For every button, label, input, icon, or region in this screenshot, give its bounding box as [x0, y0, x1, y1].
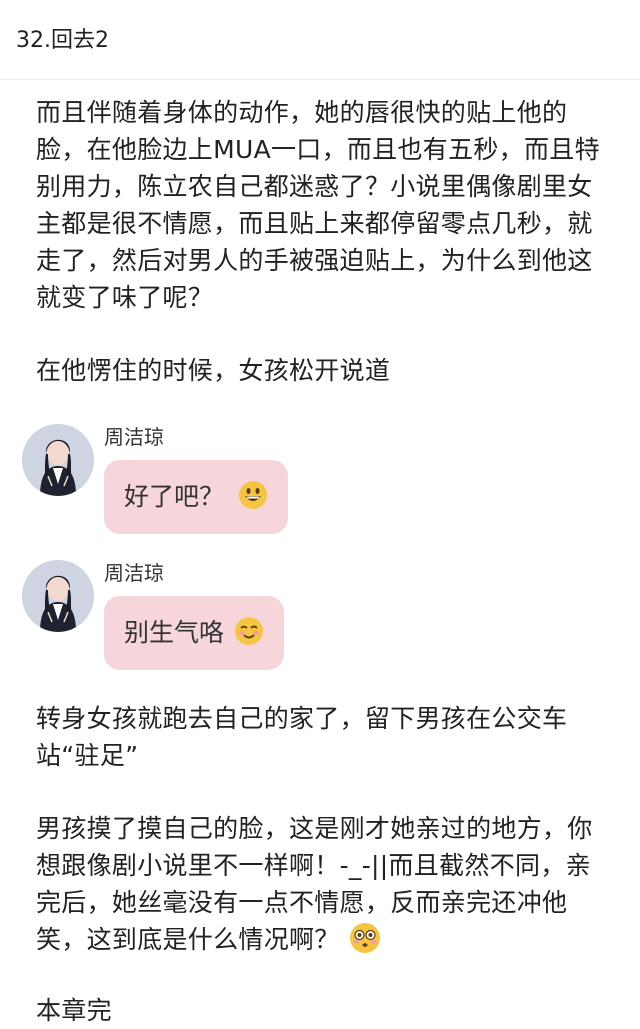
- chapter-title: 32.回去2: [16, 28, 109, 53]
- avatar[interactable]: [22, 560, 94, 632]
- smiling-face-icon: [234, 617, 263, 645]
- story-paragraph: 在他愣住的时候，女孩松开说道: [36, 356, 391, 385]
- sender-name: 周洁琼: [104, 425, 164, 449]
- story-paragraph: 转身女孩就跑去自己的家了，留下男孩在公交车站“驻足”: [36, 704, 568, 770]
- message-text: 好了吧？: [124, 482, 225, 511]
- sender-name: 周洁琼: [104, 561, 164, 585]
- story-paragraph: 而且伴随着身体的动作，她的唇很快的贴上他的脸，在他脸边上MUA一口，而且也有五秒…: [36, 98, 600, 312]
- avatar[interactable]: [22, 424, 94, 496]
- story-paragraph-with-emoji: 男孩摸了摸自己的脸，这是刚才她亲过的地方，你想跟像剧小说里不一样啊！-_-||而…: [36, 810, 606, 958]
- story-paragraph: 男孩摸了摸自己的脸，这是刚才她亲过的地方，你想跟像剧小说里不一样啊！-_-||而…: [36, 814, 593, 954]
- story-paragraph: 本章完: [36, 996, 112, 1025]
- message-bubble: 别生气咯: [104, 596, 284, 670]
- flushed-face-icon: [349, 923, 380, 953]
- message-text: 别生气咯: [124, 618, 225, 647]
- message-bubble: 好了吧？: [104, 460, 288, 534]
- grinning-face-icon: [238, 481, 267, 509]
- header-bar: 32.回去2: [0, 0, 640, 80]
